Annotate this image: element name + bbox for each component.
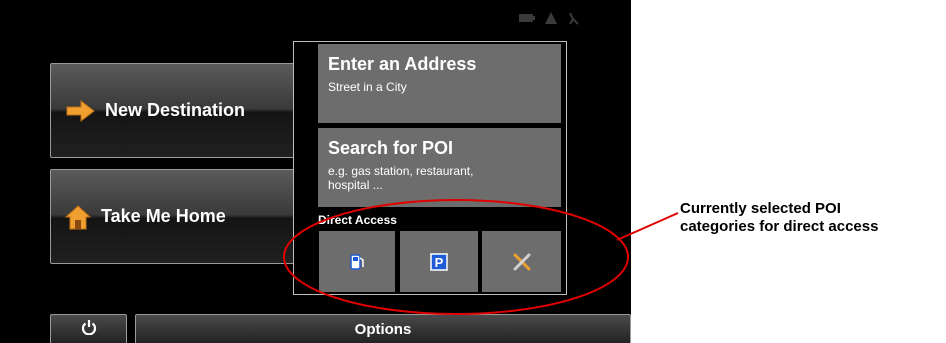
search-poi-subtitle-line2: hospital ... bbox=[328, 178, 383, 192]
enter-address-subtitle: Street in a City bbox=[328, 80, 407, 94]
search-poi-subtitle-line1: e.g. gas station, restaurant, bbox=[328, 164, 474, 178]
search-poi-title: Search for POI bbox=[328, 138, 454, 158]
direct-access-restaurant-button[interactable] bbox=[482, 231, 561, 292]
new-destination-label: New Destination bbox=[105, 100, 246, 120]
gps-signal-icon bbox=[545, 12, 557, 24]
satellite-icon bbox=[569, 12, 579, 25]
direct-access-fuel-button[interactable] bbox=[319, 231, 395, 292]
fork-knife-icon bbox=[513, 253, 530, 270]
new-destination-button[interactable]: New Destination bbox=[50, 63, 300, 158]
svg-text:P: P bbox=[435, 255, 444, 270]
annotation-text: Currently selected POI categories for di… bbox=[680, 200, 946, 236]
search-poi-button[interactable]: Search for POI e.g. gas station, restaur… bbox=[318, 128, 561, 207]
home-icon bbox=[65, 204, 91, 229]
enter-address-button[interactable]: Enter an Address Street in a City bbox=[318, 44, 561, 123]
power-button[interactable] bbox=[50, 314, 127, 343]
search-poi-subtitle: e.g. gas station, restaurant, hospital .… bbox=[328, 164, 551, 192]
annotation-line2: categories for direct access bbox=[680, 218, 879, 235]
arrow-right-icon bbox=[66, 99, 95, 122]
direct-access-label: Direct Access bbox=[318, 213, 397, 227]
status-bar bbox=[518, 10, 580, 26]
options-button[interactable]: Options bbox=[135, 314, 631, 343]
annotation-line1: Currently selected POI bbox=[680, 200, 841, 217]
enter-address-title: Enter an Address bbox=[328, 54, 477, 74]
parking-icon: P bbox=[430, 252, 448, 271]
navigation-screen: New Destination Take Me Home Enter an Ad… bbox=[0, 0, 631, 343]
battery-icon bbox=[519, 14, 535, 22]
direct-access-parking-button[interactable]: P bbox=[400, 231, 478, 292]
take-me-home-label: Take Me Home bbox=[101, 206, 226, 226]
power-icon bbox=[81, 320, 96, 335]
take-me-home-button[interactable]: Take Me Home bbox=[50, 169, 300, 264]
fuel-pump-icon bbox=[350, 253, 364, 270]
